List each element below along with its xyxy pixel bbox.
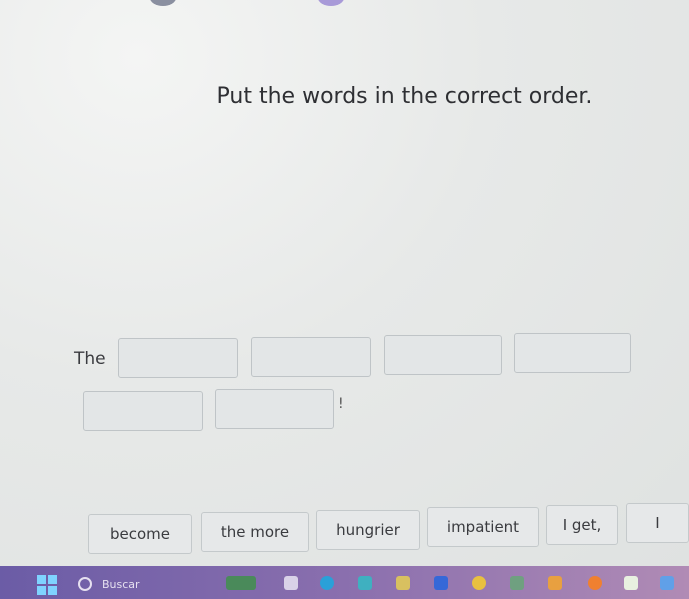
word-chip-i[interactable]: I: [626, 503, 689, 543]
firefox-icon[interactable]: [588, 576, 602, 590]
search-icon: [78, 577, 92, 591]
instruction-title: Put the words in the correct order.: [216, 84, 593, 109]
folder-icon[interactable]: [548, 576, 562, 590]
answer-slot-1[interactable]: [118, 338, 238, 378]
sentence-start: The: [74, 349, 106, 369]
answer-slot-3[interactable]: [384, 335, 502, 375]
dropbox-icon[interactable]: [434, 576, 448, 590]
top-indicator-dot-active: [318, 0, 344, 6]
windows-taskbar: Buscar: [0, 566, 689, 599]
copilot-icon[interactable]: [358, 576, 372, 590]
word-chip-i-get[interactable]: I get,: [546, 505, 618, 545]
answer-slot-5[interactable]: [83, 391, 203, 431]
sentence-end: !: [338, 396, 344, 412]
exercise-page: Put the words in the correct order. The …: [0, 0, 689, 566]
edge-browser-icon[interactable]: [320, 576, 334, 590]
answer-slot-4[interactable]: [514, 333, 631, 373]
word-chip-impatient[interactable]: impatient: [427, 507, 539, 547]
word-chip-the-more[interactable]: the more: [201, 512, 309, 552]
search-placeholder: Buscar: [102, 577, 140, 591]
word-chip-become[interactable]: become: [88, 514, 192, 554]
file-icon[interactable]: [284, 576, 298, 590]
chrome-icon[interactable]: [472, 576, 486, 590]
top-indicator-dot: [150, 0, 176, 6]
vpn-icon[interactable]: [660, 576, 674, 590]
check-icon[interactable]: [624, 576, 638, 590]
word-chip-hungrier[interactable]: hungrier: [316, 510, 420, 550]
answer-slot-2[interactable]: [251, 337, 371, 377]
weather-icon[interactable]: [226, 576, 256, 590]
taskbar-search[interactable]: Buscar: [78, 574, 218, 594]
app-icon[interactable]: [510, 576, 524, 590]
store-icon[interactable]: [396, 576, 410, 590]
answer-slot-6[interactable]: [215, 389, 334, 429]
windows-start-icon[interactable]: [37, 575, 57, 595]
